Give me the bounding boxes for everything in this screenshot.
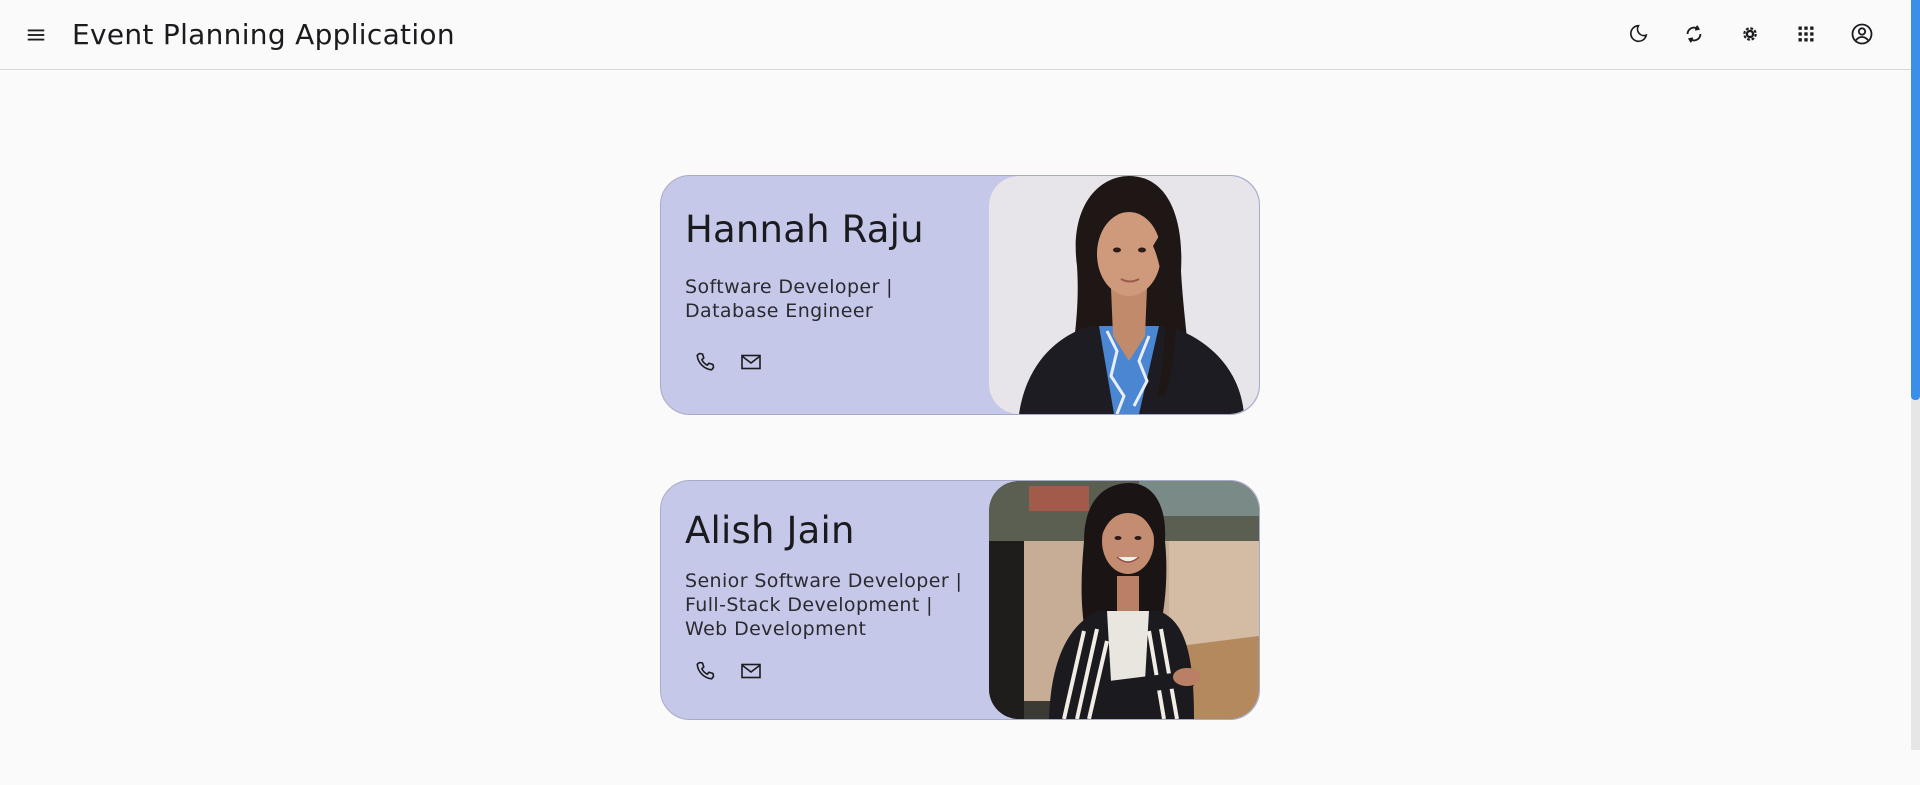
contact-actions: [689, 655, 767, 687]
profile-card-list: Hannah Raju Software Developer | Databas…: [660, 175, 1260, 785]
portrait-image: [989, 481, 1259, 719]
account-button[interactable]: [1844, 12, 1880, 56]
toolbar-actions: [1620, 12, 1880, 56]
email-button[interactable]: [735, 346, 767, 378]
call-button[interactable]: [689, 346, 721, 378]
role-line: Web Development: [685, 618, 867, 640]
call-button[interactable]: [689, 655, 721, 687]
role-line: Full-Stack Development |: [685, 594, 933, 616]
dark-mode-icon: [1630, 24, 1648, 43]
menu-button[interactable]: [18, 17, 54, 53]
profile-name: Hannah Raju: [685, 208, 924, 251]
role-line: Senior Software Developer |: [685, 570, 963, 592]
role-line: Software Developer |: [685, 276, 893, 298]
settings-button[interactable]: [1732, 12, 1768, 56]
profile-name: Alish Jain: [685, 509, 855, 552]
vertical-scrollbar[interactable]: [1911, 0, 1920, 750]
profile-photo: [989, 481, 1259, 719]
app-title: Event Planning Application: [72, 18, 455, 51]
menu-icon: [27, 29, 45, 40]
phone-icon: [696, 661, 715, 680]
apps-grid-icon: [1798, 26, 1814, 42]
contact-actions: [689, 346, 767, 378]
scrollbar-thumb[interactable]: [1911, 0, 1920, 400]
profile-card: Alish Jain Senior Software Developer | F…: [660, 480, 1260, 720]
dark-mode-button[interactable]: [1620, 12, 1656, 56]
profile-card: Hannah Raju Software Developer | Databas…: [660, 175, 1260, 415]
phone-icon: [696, 352, 715, 371]
sync-button[interactable]: [1676, 12, 1712, 56]
portrait-image: [989, 176, 1259, 414]
email-icon: [741, 663, 761, 679]
apps-button[interactable]: [1788, 12, 1824, 56]
profile-photo: [989, 176, 1259, 414]
profile-role: Software Developer | Database Engineer: [685, 275, 975, 323]
sync-icon: [1686, 25, 1702, 43]
role-line: Database Engineer: [685, 300, 874, 322]
profile-role: Senior Software Developer | Full-Stack D…: [685, 569, 975, 641]
email-button[interactable]: [735, 655, 767, 687]
account-circle-icon: [1851, 23, 1873, 45]
settings-icon: [1743, 27, 1757, 41]
email-icon: [741, 354, 761, 370]
top-app-bar: Event Planning Application: [0, 0, 1911, 70]
